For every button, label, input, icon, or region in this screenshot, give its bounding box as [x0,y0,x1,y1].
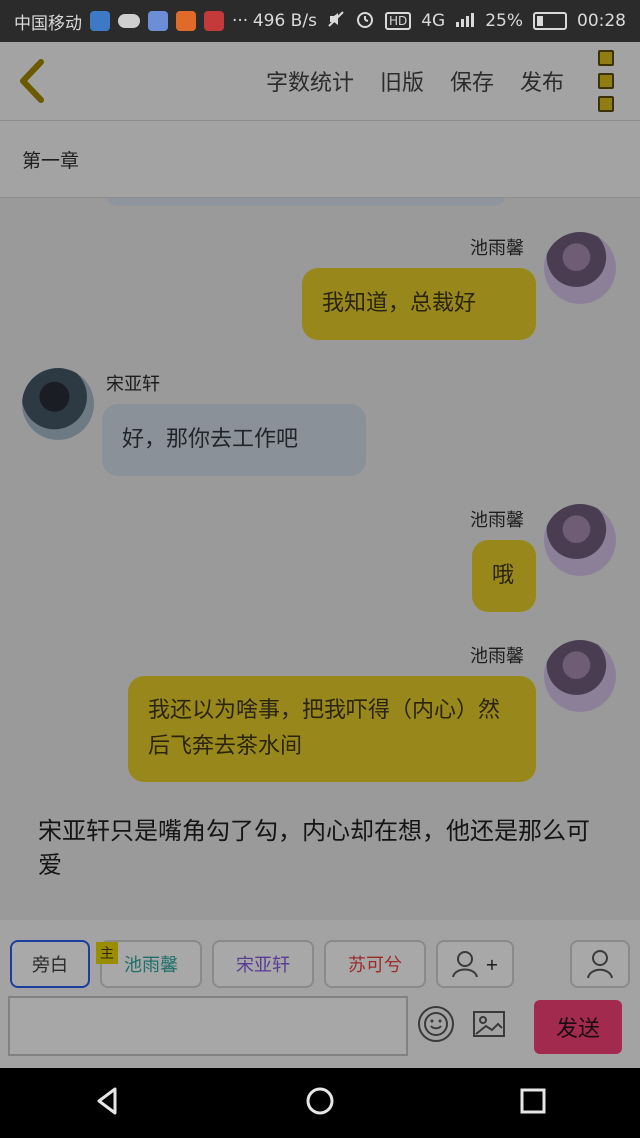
main-character-tag: 主 [96,942,118,964]
battery-percent: 25% [485,11,523,31]
more-menu-button[interactable] [582,42,630,120]
more-dots: ··· [232,11,249,31]
role-label: 苏可兮 [348,955,402,976]
chapter-header: 第一章 [0,121,640,198]
chevron-left-icon [20,59,44,103]
send-label: 发送 [555,1017,600,1042]
add-symbol: + [485,954,499,974]
more-dot-3 [598,96,614,112]
role-label: 宋亚轩 [236,955,290,976]
triangle-back-icon [97,1087,117,1115]
message-bubble[interactable]: 哦 [472,540,536,612]
cloud-icon [118,14,140,28]
battery-icon [533,12,567,30]
network-speed: 496 B/s [252,11,317,31]
shield-icon [90,11,110,31]
top-app-bar: 字数统计 旧版 保存 发布 [0,42,640,121]
avatar[interactable] [544,232,616,304]
image-button[interactable] [472,1008,506,1044]
word-count-button[interactable]: 字数统计 [266,65,354,97]
message-input-row: 发送 [0,992,640,1068]
status-bar: 中国移动 ··· 496 B/s HD 4G 25% 00:28 [0,0,640,42]
hd-badge: HD [384,12,412,30]
message-bubble[interactable]: 我知道，总裁好 [302,268,536,340]
app-icon [148,11,168,31]
back-button[interactable] [0,42,64,120]
carrier-label: 中国移动 [14,13,82,34]
emoji-button[interactable] [418,1006,454,1042]
role-manager-button[interactable] [570,940,630,988]
add-role-button[interactable]: + [436,940,514,988]
message-bubble[interactable]: 好，那你去工作吧 [102,404,366,476]
role-button-song-yaxuan[interactable]: 宋亚轩 [212,940,314,988]
circle-home-icon [306,1087,334,1115]
nav-back-button[interactable] [87,1081,127,1125]
message-sender: 池雨馨 [470,646,524,667]
chat-area[interactable]: 池雨馨 我知道，总裁好 宋亚轩 好，那你去工作吧 池雨馨 哦 池雨馨 我还以为啥… [0,198,640,920]
chapter-title[interactable]: 第一章 [22,146,79,173]
narration-text[interactable]: 宋亚轩只是嘴角勾了勾，内心却在想，他还是那么可爱 [38,814,608,882]
send-button[interactable]: 发送 [534,1000,622,1054]
alarm-icon [355,9,375,34]
previous-message-bubble [106,198,506,206]
message-sender: 池雨馨 [470,238,524,259]
message-sender: 池雨馨 [470,510,524,531]
clock: 00:28 [577,11,626,31]
avatar[interactable] [544,504,616,576]
narrator-label: 旁白 [32,955,68,976]
old-version-button[interactable]: 旧版 [380,65,424,97]
message-text: 哦 [492,563,515,588]
publish-button[interactable]: 发布 [520,65,564,97]
news-icon [204,11,224,31]
image-icon [473,1011,505,1037]
nav-recents-button[interactable] [513,1081,553,1125]
status-left: 中国移动 ··· [0,9,248,34]
mute-icon [327,10,345,33]
user-icon [587,950,613,979]
square-recents-icon [520,1088,546,1114]
smile-icon [424,1012,448,1036]
nav-home-button[interactable] [300,1081,340,1125]
video-icon [176,11,196,31]
save-button[interactable]: 保存 [450,65,494,97]
message-text: 我知道，总裁好 [322,291,477,316]
message-input[interactable] [8,996,408,1056]
network-4g: 4G [421,11,446,31]
status-right: 496 B/s HD 4G 25% 00:28 [253,9,640,34]
more-dot-2 [598,73,614,89]
message-bubble[interactable]: 我还以为啥事，把我吓得（内心）然后飞奔去茶水间 [128,676,536,782]
narrator-role-button[interactable]: 旁白 [10,940,90,988]
role-button-su-kexi[interactable]: 苏可兮 [324,940,426,988]
avatar[interactable] [544,640,616,712]
more-dot-1 [598,50,614,66]
system-nav-bar [0,1068,640,1138]
avatar[interactable] [22,368,94,440]
message-text: 好，那你去工作吧 [122,427,299,452]
role-selector-bar: 旁白 池雨馨 主 宋亚轩 苏可兮 + [0,920,640,992]
signal-icon [455,10,475,33]
role-label: 池雨馨 [124,955,178,976]
message-sender: 宋亚轩 [106,374,160,395]
top-menu: 字数统计 旧版 保存 发布 [266,65,582,97]
message-text: 我还以为啥事，把我吓得（内心）然后飞奔去茶水间 [148,698,501,759]
